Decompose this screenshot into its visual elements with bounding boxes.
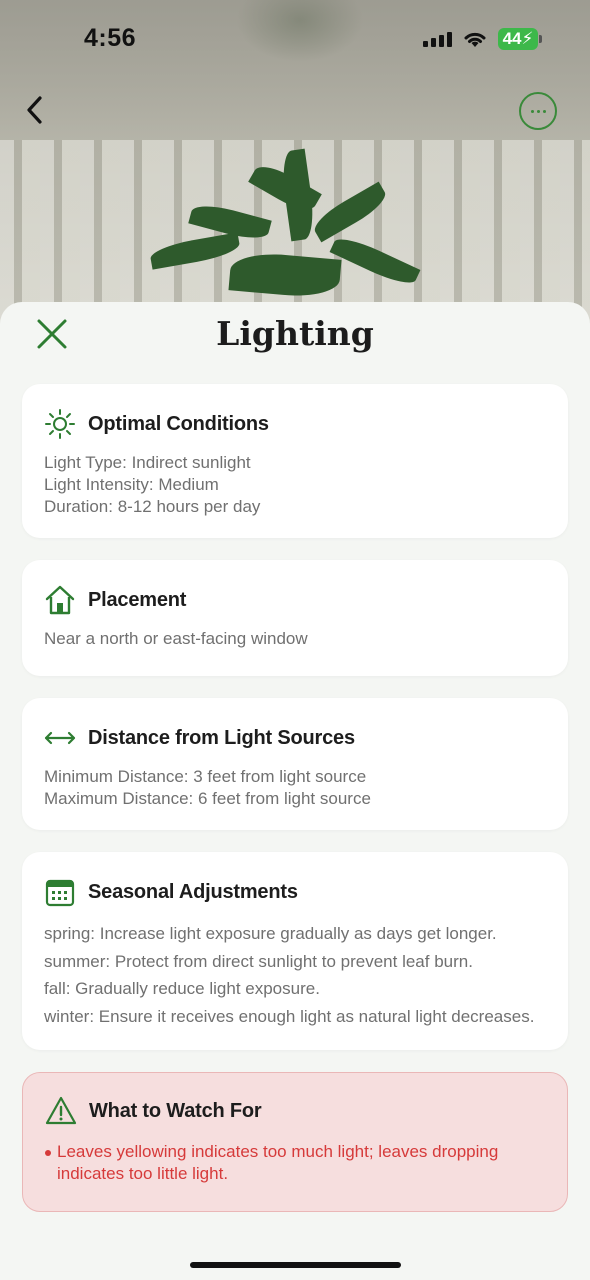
bullet-dot [45,1150,51,1156]
battery-icon: 44 ⚡ [498,28,542,50]
cellular-signal-icon [423,31,452,47]
card-title: Seasonal Adjustments [88,880,298,903]
sun-icon [44,408,76,440]
more-options-button[interactable] [519,92,557,130]
ellipsis-icon [530,109,534,113]
horizontal-arrows-icon [44,722,76,754]
status-icons: 44 ⚡ [423,28,542,50]
wifi-icon [464,32,486,47]
placement-card: Placement Near a north or east-facing wi… [22,560,568,676]
light-type: Light Type: Indirect sunlight [44,453,251,472]
light-duration: Duration: 8-12 hours per day [44,497,261,516]
chevron-left-icon [27,96,42,124]
warning-triangle-icon [45,1095,77,1127]
card-title: Optimal Conditions [88,412,269,435]
light-intensity: Light Intensity: Medium [44,475,219,494]
watch-item-text: Leaves yellowing indicates too much ligh… [57,1142,499,1183]
watch-for-card: What to Watch For Leaves yellowing indic… [22,1072,568,1212]
battery-level: 44 [502,29,522,48]
placement-text: Near a north or east-facing window [44,629,308,648]
status-time: 4:56 [84,24,137,52]
maximum-distance: Maximum Distance: 6 feet from light sour… [44,789,371,808]
card-title: Distance from Light Sources [88,726,355,749]
season-summer: summer: Protect from direct sunlight to … [44,951,473,971]
card-title: Placement [88,588,187,611]
season-winter: winter: Ensure it receives enough light … [44,1006,535,1026]
home-icon [44,584,76,616]
optimal-conditions-card: Optimal Conditions Light Type: Indirect … [22,384,568,538]
card-title: What to Watch For [89,1099,262,1122]
season-fall: fall: Gradually reduce light exposure. [44,979,320,998]
calendar-icon [44,876,76,908]
distance-card: Distance from Light Sources Minimum Dist… [22,698,568,830]
seasonal-adjustments-card: Seasonal Adjustments spring: Increase li… [22,852,568,1050]
watch-item: Leaves yellowing indicates too much ligh… [45,1141,545,1185]
season-spring: spring: Increase light exposure graduall… [44,924,497,943]
minimum-distance: Minimum Distance: 3 feet from light sour… [44,767,367,786]
home-indicator[interactable] [190,1262,401,1268]
sheet-title: Lighting [216,314,374,353]
back-button[interactable] [14,90,54,130]
